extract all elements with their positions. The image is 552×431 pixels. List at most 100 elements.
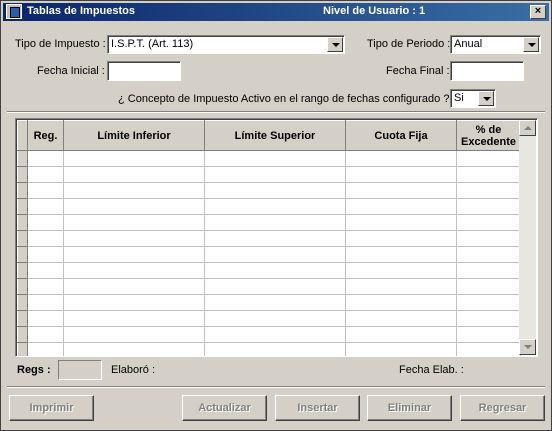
- table-row[interactable]: [17, 198, 521, 215]
- table-cell[interactable]: [456, 246, 521, 263]
- table-cell[interactable]: [63, 342, 205, 356]
- eliminar-button[interactable]: Eliminar: [367, 395, 452, 421]
- table-cell[interactable]: [345, 182, 457, 199]
- table-cell[interactable]: [27, 150, 64, 167]
- row-selector[interactable]: [17, 310, 28, 327]
- impuestos-grid[interactable]: Reg. Límite Inferior Límite Superior Cuo…: [15, 118, 538, 357]
- table-cell[interactable]: [204, 294, 346, 311]
- table-cell[interactable]: [345, 214, 457, 231]
- table-cell[interactable]: [345, 278, 457, 295]
- table-row[interactable]: [17, 326, 521, 343]
- table-cell[interactable]: [456, 182, 521, 199]
- table-cell[interactable]: [27, 214, 64, 231]
- table-cell[interactable]: [63, 278, 205, 295]
- table-row[interactable]: [17, 182, 521, 199]
- row-selector[interactable]: [17, 246, 28, 263]
- vertical-scrollbar[interactable]: [519, 120, 536, 355]
- table-cell[interactable]: [204, 278, 346, 295]
- title-bar[interactable]: Tablas de Impuestos Nivel de Usuario : 1…: [3, 3, 549, 21]
- row-selector[interactable]: [17, 278, 28, 295]
- table-row[interactable]: [17, 150, 521, 167]
- table-cell[interactable]: [63, 166, 205, 183]
- table-cell[interactable]: [345, 230, 457, 247]
- tipo-periodo-select[interactable]: Anual: [450, 35, 541, 54]
- table-row[interactable]: [17, 246, 521, 263]
- table-cell[interactable]: [456, 198, 521, 215]
- col-header-cuota-fija[interactable]: Cuota Fija: [345, 120, 457, 151]
- table-cell[interactable]: [63, 150, 205, 167]
- row-selector[interactable]: [17, 214, 28, 231]
- table-cell[interactable]: [27, 278, 64, 295]
- row-selector[interactable]: [17, 182, 28, 199]
- table-cell[interactable]: [345, 262, 457, 279]
- row-selector[interactable]: [17, 150, 28, 167]
- table-cell[interactable]: [27, 326, 64, 343]
- row-selector[interactable]: [17, 198, 28, 215]
- table-cell[interactable]: [345, 246, 457, 263]
- insertar-button[interactable]: Insertar: [275, 395, 360, 421]
- row-selector[interactable]: [17, 262, 28, 279]
- col-header-limite-superior[interactable]: Límite Superior: [204, 120, 346, 151]
- table-row[interactable]: [17, 342, 521, 356]
- table-row[interactable]: [17, 214, 521, 231]
- table-cell[interactable]: [456, 326, 521, 343]
- table-cell[interactable]: [345, 166, 457, 183]
- table-row[interactable]: [17, 310, 521, 327]
- table-cell[interactable]: [204, 198, 346, 215]
- table-cell[interactable]: [204, 166, 346, 183]
- table-cell[interactable]: [27, 342, 64, 356]
- imprimir-button[interactable]: Imprimir: [9, 395, 94, 421]
- table-cell[interactable]: [27, 230, 64, 247]
- table-cell[interactable]: [456, 278, 521, 295]
- tipo-impuesto-select[interactable]: I.S.P.T. (Art. 113): [107, 35, 345, 54]
- chevron-down-icon[interactable]: [327, 37, 343, 52]
- table-cell[interactable]: [204, 182, 346, 199]
- table-cell[interactable]: [27, 294, 64, 311]
- table-cell[interactable]: [27, 198, 64, 215]
- close-button[interactable]: ×: [530, 5, 546, 19]
- table-row[interactable]: [17, 230, 521, 247]
- table-cell[interactable]: [204, 246, 346, 263]
- table-cell[interactable]: [345, 310, 457, 327]
- table-cell[interactable]: [456, 150, 521, 167]
- table-cell[interactable]: [27, 310, 64, 327]
- table-cell[interactable]: [204, 150, 346, 167]
- table-cell[interactable]: [27, 246, 64, 263]
- table-cell[interactable]: [456, 262, 521, 279]
- table-cell[interactable]: [345, 294, 457, 311]
- table-cell[interactable]: [345, 198, 457, 215]
- table-cell[interactable]: [345, 150, 457, 167]
- fecha-final-input[interactable]: [450, 61, 524, 81]
- table-cell[interactable]: [456, 230, 521, 247]
- row-selector[interactable]: [17, 294, 28, 311]
- actualizar-button[interactable]: Actualizar: [182, 395, 267, 421]
- scroll-down-icon[interactable]: [519, 339, 536, 355]
- table-cell[interactable]: [456, 166, 521, 183]
- table-cell[interactable]: [204, 310, 346, 327]
- chevron-down-icon[interactable]: [478, 91, 494, 106]
- table-cell[interactable]: [63, 214, 205, 231]
- table-cell[interactable]: [63, 326, 205, 343]
- col-header-reg[interactable]: Reg.: [27, 120, 64, 151]
- table-row[interactable]: [17, 262, 521, 279]
- table-row[interactable]: [17, 294, 521, 311]
- table-cell[interactable]: [345, 342, 457, 356]
- table-row[interactable]: [17, 166, 521, 183]
- table-cell[interactable]: [63, 310, 205, 327]
- row-selector[interactable]: [17, 326, 28, 343]
- table-cell[interactable]: [456, 342, 521, 356]
- table-cell[interactable]: [63, 294, 205, 311]
- table-cell[interactable]: [63, 262, 205, 279]
- row-selector[interactable]: [17, 342, 28, 356]
- chevron-down-icon[interactable]: [523, 37, 539, 52]
- table-cell[interactable]: [63, 246, 205, 263]
- concepto-activo-select[interactable]: Si: [450, 89, 496, 108]
- table-cell[interactable]: [27, 182, 64, 199]
- table-cell[interactable]: [345, 326, 457, 343]
- table-cell[interactable]: [63, 198, 205, 215]
- row-selector[interactable]: [17, 230, 28, 247]
- table-cell[interactable]: [63, 230, 205, 247]
- table-cell[interactable]: [27, 166, 64, 183]
- table-row[interactable]: [17, 278, 521, 295]
- row-selector[interactable]: [17, 166, 28, 183]
